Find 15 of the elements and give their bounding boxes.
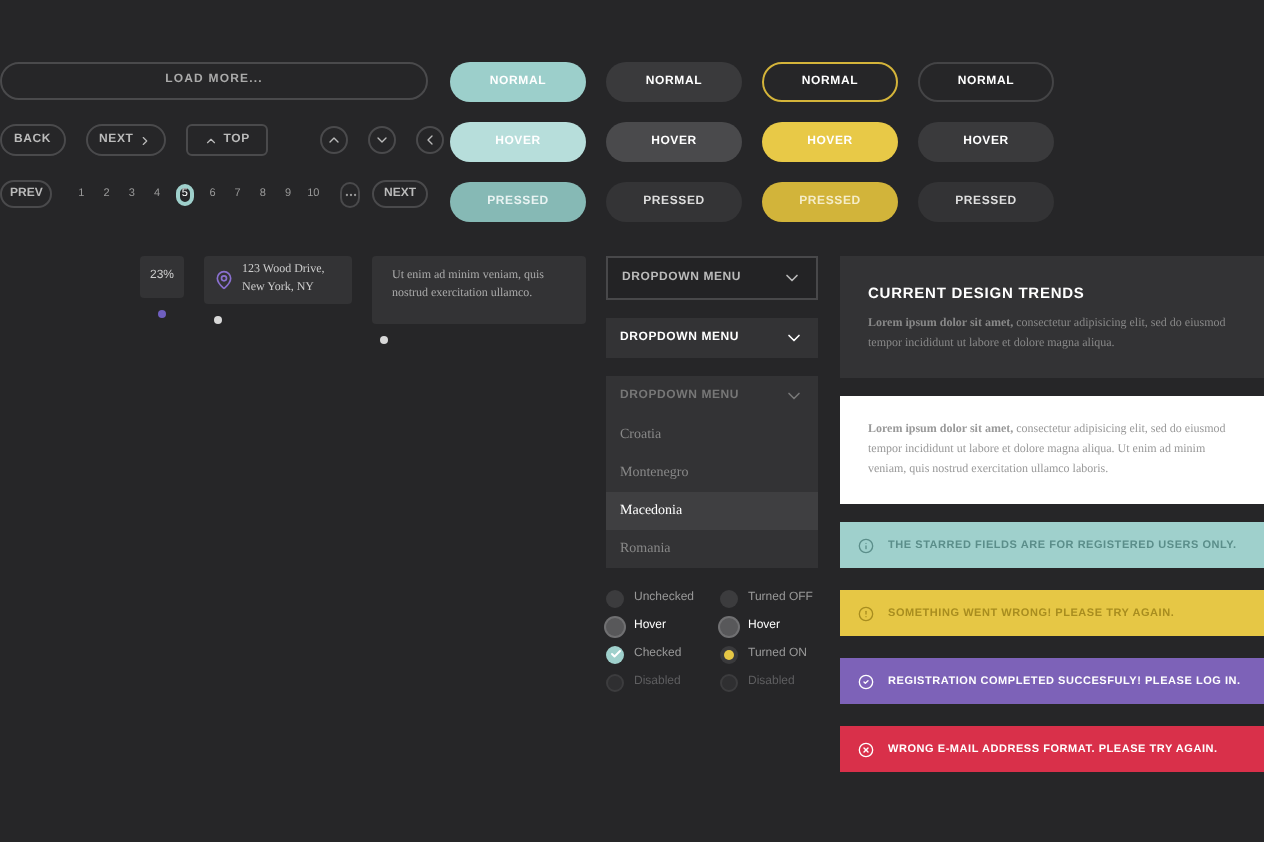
error-icon (858, 741, 874, 758)
checkbox[interactable] (606, 645, 624, 663)
scroll-up-button[interactable] (319, 126, 348, 154)
map-pin-icon (214, 270, 235, 290)
info-icon (858, 537, 874, 554)
scroll-down-button[interactable] (367, 126, 396, 154)
checkbox[interactable] (606, 617, 624, 635)
chevron-right-icon (137, 133, 152, 147)
radio-button[interactable] (720, 617, 738, 635)
more-pages-icon (339, 181, 361, 207)
warning-icon (858, 605, 874, 622)
check-circle-icon (858, 673, 874, 690)
previous-arrow-button[interactable] (415, 126, 444, 154)
chevron-down-icon (373, 132, 390, 148)
radio-button[interactable] (720, 645, 738, 663)
